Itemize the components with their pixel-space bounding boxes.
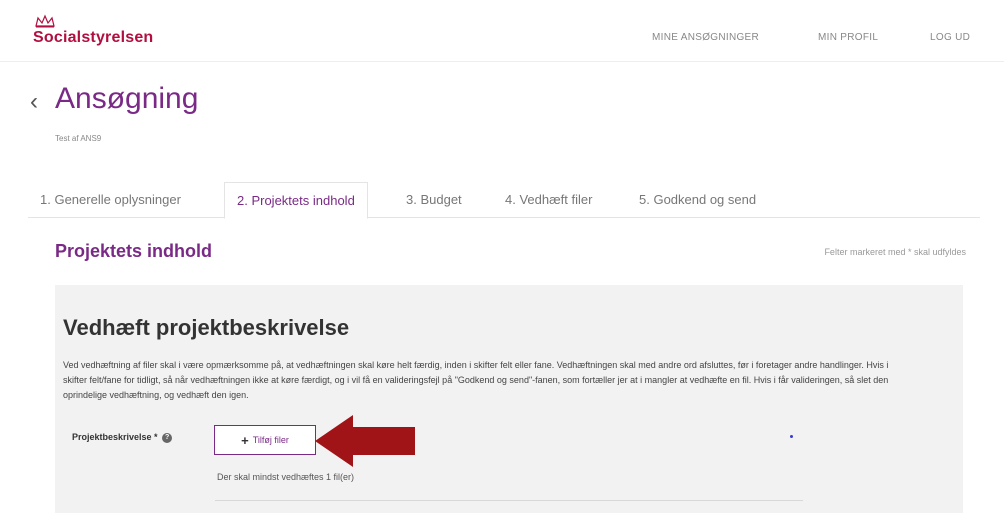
tab-bar: 1. Generelle oplysninger 2. Projektets i… [28, 182, 980, 219]
panel-title: Vedhæft projektbeskrivelse [63, 315, 350, 340]
plus-icon: + [241, 432, 249, 448]
socialstyrelsen-logo[interactable]: Socialstyrelsen [33, 14, 153, 47]
required-fields-note: Felter markeret med * skal udfyldes [824, 247, 966, 257]
page-subtitle: Test af ANS9 [55, 134, 102, 143]
add-files-button[interactable]: + Tilføj filer [214, 425, 316, 455]
tab-godkend-og-send[interactable]: 5. Godkend og send [639, 182, 756, 218]
crown-icon [35, 14, 55, 28]
site-header: Socialstyrelsen MINE ANSØGNINGER MIN PRO… [0, 0, 1004, 62]
add-files-label: Tilføj filer [252, 435, 289, 445]
nav-log-ud[interactable]: LOG UD [930, 32, 970, 43]
annotation-arrow-icon [315, 415, 415, 467]
nav-min-profil[interactable]: MIN PROFIL [818, 32, 878, 43]
nav-mine-ansogninger[interactable]: MINE ANSØGNINGER [652, 32, 759, 43]
min-files-note: Der skal mindst vedhæftes 1 fil(er) [217, 472, 355, 482]
field-label-text: Projektbeskrivelse * [72, 432, 158, 442]
tab-projektets-indhold[interactable]: 2. Projektets indhold [224, 182, 368, 219]
page-title: Ansøgning [55, 82, 199, 115]
attachment-instructions: Ved vedhæftning af filer skal i være opm… [63, 360, 889, 400]
tab-vedhaeft-filer[interactable]: 4. Vedhæft filer [505, 182, 592, 218]
tab-generelle-oplysninger[interactable]: 1. Generelle oplysninger [40, 182, 181, 218]
tab-budget[interactable]: 3. Budget [406, 182, 462, 218]
projektbeskrivelse-label: Projektbeskrivelse * ? [72, 432, 173, 443]
section-title: Projektets indhold [55, 241, 213, 261]
divider [215, 500, 803, 501]
stray-dot [790, 435, 793, 438]
brand-name: Socialstyrelsen [33, 29, 154, 46]
back-chevron-icon[interactable]: ‹ [30, 90, 38, 114]
attachment-panel: Vedhæft projektbeskrivelse Ved vedhæftni… [55, 285, 963, 513]
help-icon[interactable]: ? [162, 432, 173, 443]
